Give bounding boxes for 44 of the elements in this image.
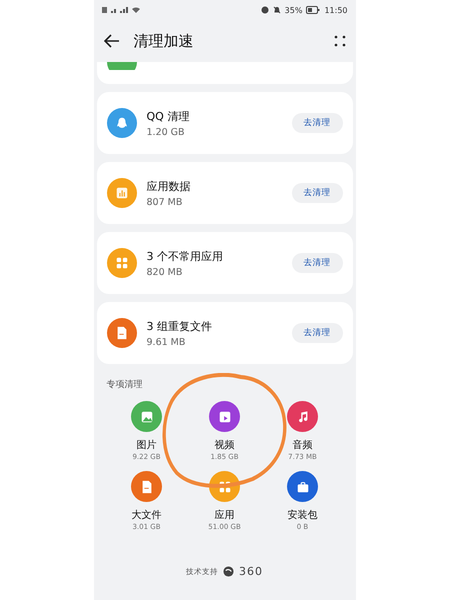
category-icon[interactable] [287,471,318,502]
penguin-icon [114,116,128,130]
item-size: 807 MB [146,196,184,208]
tile-name[interactable]: 视频 [214,438,234,452]
battery-icon [306,6,320,14]
clean-button[interactable]: 去清理 [292,113,342,133]
category-icon[interactable] [131,471,162,502]
document-icon [140,480,154,494]
chart-icon [114,186,128,200]
section-title: 专项清理 [106,378,144,392]
clean-button[interactable]: 去清理 [292,253,342,273]
item-name: QQ 清理 [146,108,190,124]
battery-percent: 35% [284,6,302,14]
image-icon [140,410,154,424]
item-size: 1.20 GB [146,126,186,138]
category-icon[interactable] [131,401,162,432]
grid-icon [218,480,232,494]
item-name: 3 个不常用应用 [146,248,224,264]
tile-name[interactable]: 图片 [136,438,156,452]
item-size: 820 MB [146,266,184,278]
page-title: 清理加速 [134,32,194,50]
tile-name[interactable]: 音频 [292,438,312,452]
brand-name: 360 [239,565,263,578]
tile-name[interactable]: 大文件 [132,508,162,522]
logo-icon [223,566,234,577]
briefcase-icon [296,480,310,494]
clock-time: 11:50 [324,6,348,14]
back-arrow-icon[interactable] [104,34,120,48]
signal-icon [102,6,142,14]
tile-name[interactable]: 应用 [214,508,234,522]
video-icon [218,410,232,424]
muted-bell-icon [272,6,281,14]
category-icon[interactable] [209,401,240,432]
clean-button[interactable]: 去清理 [292,323,342,343]
document-icon [114,326,128,340]
item-name: 3 组重复文件 [146,318,213,334]
item-name: 应用数据 [146,178,192,194]
item-size: 9.61 MB [146,336,186,348]
category-icon[interactable] [287,401,318,432]
app-icon [106,62,136,70]
grid-icon [114,256,128,270]
clean-button[interactable]: 去清理 [292,183,342,203]
more-dots-icon[interactable] [334,35,346,47]
tile-name[interactable]: 安装包 [288,508,318,522]
